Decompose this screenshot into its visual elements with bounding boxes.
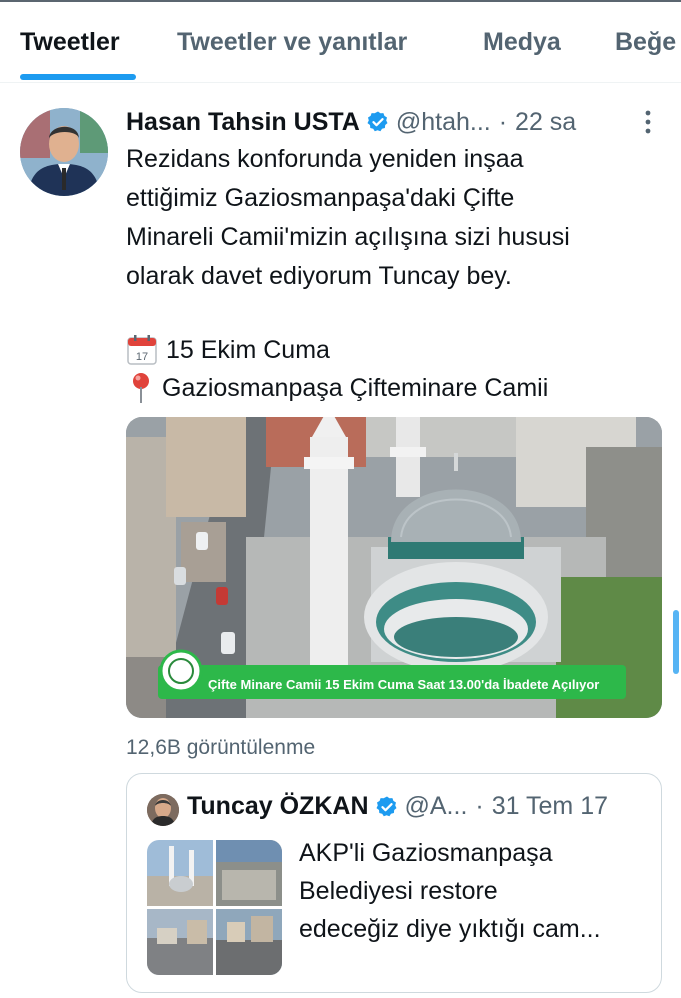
event-date-line: 17 15 Ekim Cuma	[126, 334, 330, 366]
quote-author-handle[interactable]: @A...	[405, 792, 468, 821]
calendar-icon: 17	[127, 335, 157, 365]
tweet-text: Rezidans konforunda yeniden inşaa ettiği…	[126, 140, 656, 296]
author-handle[interactable]: @htah...	[396, 108, 491, 137]
author-name[interactable]: Hasan Tahsin USTA	[126, 108, 360, 137]
tweet-video[interactable]: Çifte Minare Camii 15 Ekim Cuma Saat 13.…	[126, 417, 662, 718]
quoted-tweet[interactable]: Tuncay ÖZKAN @A... · 31 Tem 17 AKP'li Ga…	[126, 773, 662, 993]
tab-tweets-and-replies[interactable]: Tweetler ve yanıtlar	[177, 28, 407, 57]
tab-tweets[interactable]: Tweetler	[20, 28, 120, 57]
quote-avatar-photo	[147, 794, 179, 826]
event-location-line: Gaziosmanpaşa Çifteminare Camii	[126, 372, 548, 404]
quote-header-separator: ·	[475, 792, 484, 820]
quote-media-grid[interactable]	[147, 840, 282, 975]
tweet-header: Hasan Tahsin USTA @htah... · 22 sa	[126, 104, 666, 140]
quote-text-line: AKP'li Gaziosmanpaşa	[299, 839, 553, 867]
scrollbar-thumb[interactable]	[673, 610, 679, 674]
quote-text: AKP'li Gaziosmanpaşa Belediyesi restore …	[299, 834, 644, 948]
video-caption-text: Çifte Minare Camii 15 Ekim Cuma Saat 13.…	[208, 677, 599, 692]
tweet-text-line: ettiğimiz Gaziosmanpaşa'daki Çifte	[126, 184, 515, 212]
tweet-text-line: olarak davet ediyorum Tuncay bey.	[126, 262, 512, 290]
view-count[interactable]: 12,6B görüntülenme	[126, 736, 315, 760]
tweet-timestamp[interactable]: 22 sa	[515, 108, 576, 137]
quote-media-thumbnails	[147, 840, 282, 975]
calendar-glyph-date: 17	[136, 351, 148, 363]
tab-media[interactable]: Medya	[483, 28, 561, 57]
tweet-text-line: Minareli Camii'mizin açılışına sizi husu…	[126, 223, 570, 251]
quote-header: Tuncay ÖZKAN @A... · 31 Tem 17	[187, 792, 608, 821]
quote-author-name[interactable]: Tuncay ÖZKAN	[187, 792, 369, 821]
quote-text-line: edeceğiz diye yıktığı cam...	[299, 915, 601, 943]
quote-text-line: Belediyesi restore	[299, 877, 498, 905]
verified-badge-icon	[367, 111, 388, 132]
location-pin-icon	[133, 373, 149, 403]
quote-avatar[interactable]	[147, 794, 179, 826]
mosque-aerial-photo: Çifte Minare Camii 15 Ekim Cuma Saat 13.…	[126, 417, 662, 718]
tweet-text-line: Rezidans konforunda yeniden inşaa	[126, 145, 524, 173]
verified-badge-icon	[376, 796, 396, 816]
avatar-photo	[20, 108, 108, 196]
event-location: Gaziosmanpaşa Çifteminare Camii	[162, 373, 549, 402]
event-date: 15 Ekim Cuma	[166, 335, 330, 364]
more-options-icon[interactable]	[640, 108, 656, 136]
header-separator: ·	[498, 107, 508, 136]
profile-tabs: Tweetler Tweetler ve yanıtlar Medya Beğe	[0, 2, 681, 83]
tab-likes[interactable]: Beğe	[615, 28, 676, 57]
active-tab-indicator	[20, 74, 136, 80]
quote-timestamp[interactable]: 31 Tem 17	[492, 792, 608, 821]
avatar[interactable]	[20, 108, 108, 196]
